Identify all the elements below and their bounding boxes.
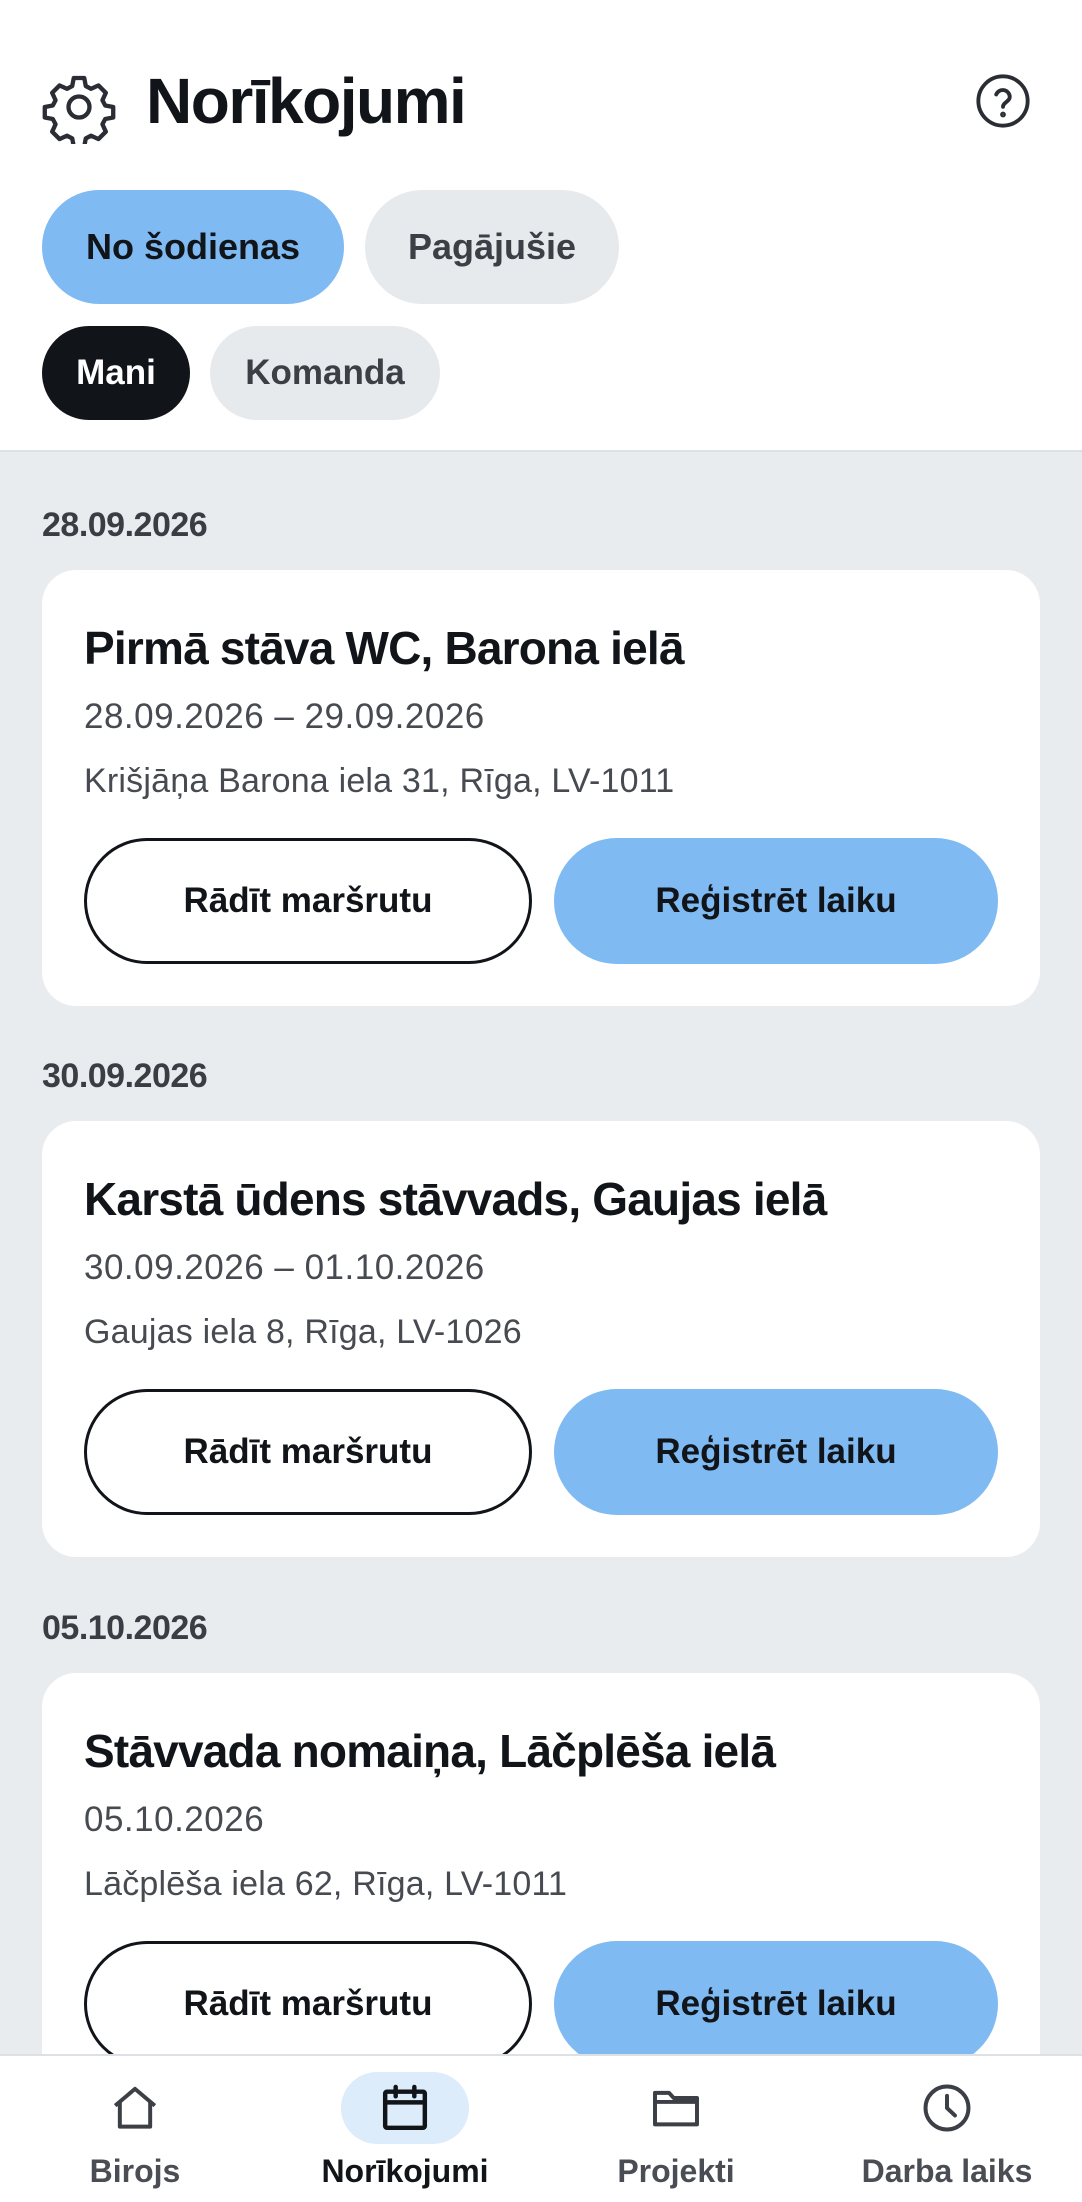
assignment-address: Lāčplēša iela 62, Rīga, LV-1011: [84, 1865, 568, 1903]
calendar-icon: [341, 2072, 469, 2144]
nav-label: Norīkojumi: [321, 2153, 489, 2189]
filter-chip-mine[interactable]: Mani: [42, 326, 190, 420]
show-route-button[interactable]: Rādīt maršrutu: [84, 838, 532, 964]
assignment-card[interactable]: Karstā ūdens stāvvads, Gaujas ielā 30.09…: [42, 1121, 1040, 1557]
filter-chip-team[interactable]: Komanda: [210, 326, 440, 420]
header: Norīkojumi No šodienas Pagājušie Mani Ko…: [0, 0, 1082, 452]
assignment-address: Krišjāņa Barona iela 31, Rīga, LV-1011: [84, 762, 675, 800]
nav-item-projekti[interactable]: Projekti: [541, 2056, 811, 2202]
assignment-dates: 05.10.2026: [84, 1800, 265, 1839]
assignment-card[interactable]: Stāvvada nomaiņa, Lāčplēša ielā 05.10.20…: [42, 1673, 1040, 2109]
assignment-title: Pirmā stāva WC, Barona ielā: [84, 622, 684, 674]
register-time-button[interactable]: Reģistrēt laiku: [554, 1389, 998, 1515]
nav-item-norikojumi[interactable]: Norīkojumi: [270, 2056, 540, 2202]
register-time-button[interactable]: Reģistrēt laiku: [554, 838, 998, 964]
assignment-dates: 28.09.2026 – 29.09.2026: [84, 697, 485, 736]
assignment-title: Karstā ūdens stāvvads, Gaujas ielā: [84, 1173, 827, 1225]
gear-icon[interactable]: [42, 70, 116, 149]
assignment-title: Stāvvada nomaiņa, Lāčplēša ielā: [84, 1725, 776, 1777]
date-header: 30.09.2026: [42, 1057, 208, 1095]
assignment-card[interactable]: Pirmā stāva WC, Barona ielā 28.09.2026 –…: [42, 570, 1040, 1006]
nav-item-darba-laiks[interactable]: Darba laiks: [812, 2056, 1082, 2202]
clock-icon: [883, 2072, 1011, 2144]
nav-label: Birojs: [89, 2153, 181, 2189]
register-time-button[interactable]: Reģistrēt laiku: [554, 1941, 998, 2067]
date-header: 28.09.2026: [42, 506, 208, 544]
nav-item-birojs[interactable]: Birojs: [0, 2056, 270, 2202]
home-icon: [71, 2072, 199, 2144]
app-screen: Norīkojumi No šodienas Pagājušie Mani Ko…: [0, 0, 1082, 2202]
bottom-nav: Birojs Norīkojumi Projekti Darba laiks: [0, 2054, 1082, 2202]
assignment-address: Gaujas iela 8, Rīga, LV-1026: [84, 1313, 522, 1351]
date-header: 05.10.2026: [42, 1609, 208, 1647]
nav-label: Projekti: [617, 2153, 735, 2189]
assignment-list[interactable]: 28.09.2026 Pirmā stāva WC, Barona ielā 2…: [0, 454, 1082, 2109]
page-title: Norīkojumi: [146, 65, 467, 137]
show-route-button[interactable]: Rādīt maršrutu: [84, 1389, 532, 1515]
filter-chip-past[interactable]: Pagājušie: [365, 190, 619, 304]
help-icon[interactable]: [974, 72, 1032, 130]
folder-icon: [612, 2072, 740, 2144]
assignment-dates: 30.09.2026 – 01.10.2026: [84, 1248, 485, 1287]
filter-chip-from-today[interactable]: No šodienas: [42, 190, 344, 304]
show-route-button[interactable]: Rādīt maršrutu: [84, 1941, 532, 2067]
nav-label: Darba laiks: [861, 2153, 1033, 2189]
